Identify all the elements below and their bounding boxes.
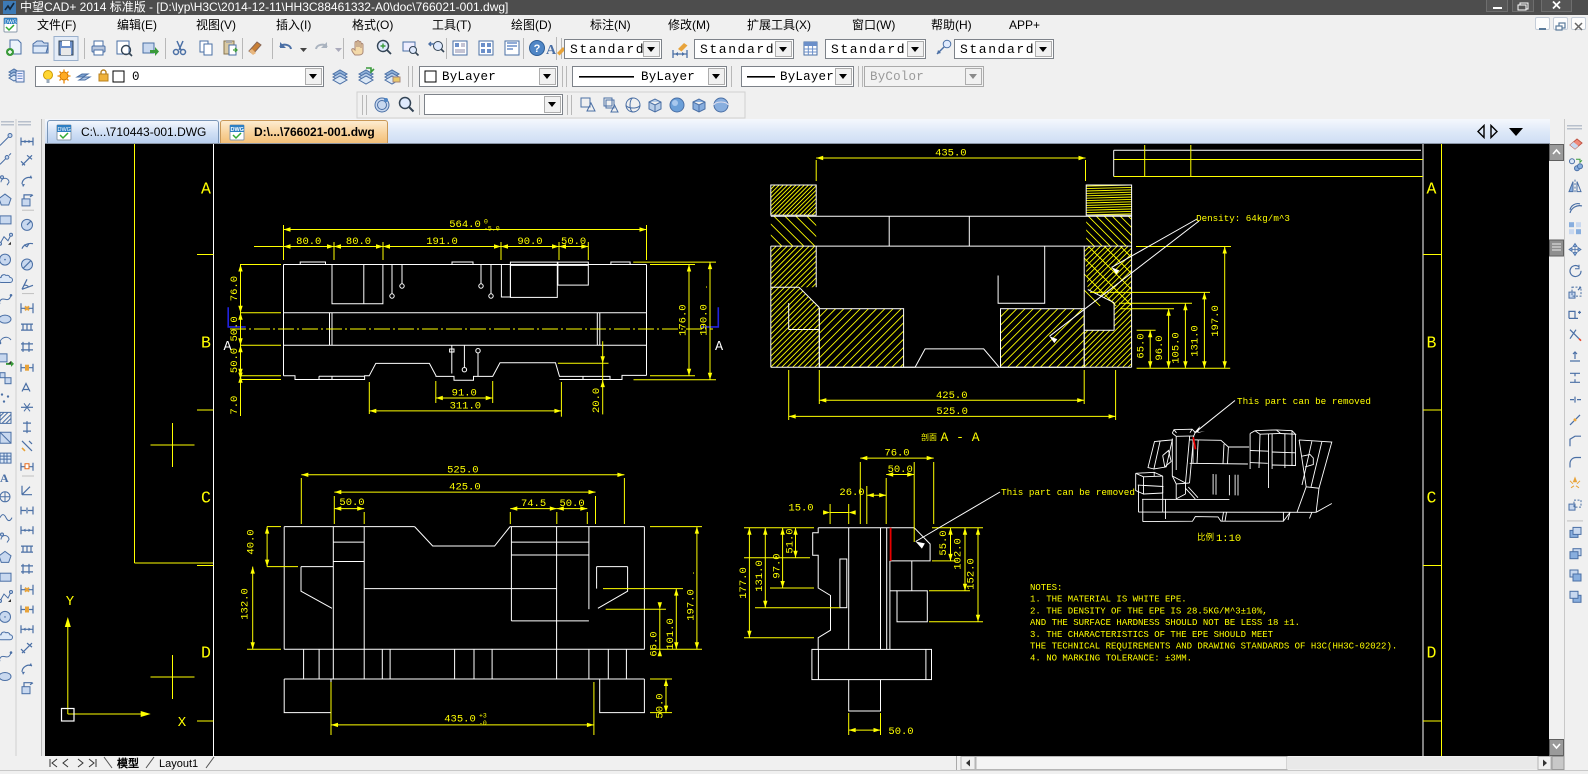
svg-text:525.0: 525.0 <box>447 464 479 476</box>
svg-text:191.0: 191.0 <box>426 236 458 248</box>
svg-text:102.0: 102.0 <box>953 538 965 570</box>
svg-text:B: B <box>201 334 211 353</box>
svg-text:425.0: 425.0 <box>449 482 481 494</box>
svg-text:Layout1: Layout1 <box>159 758 198 770</box>
svg-text:97.0: 97.0 <box>772 553 784 578</box>
svg-text:1:10: 1:10 <box>1216 533 1241 545</box>
svg-text:0: 0 <box>484 219 488 226</box>
svg-text:50.0: 50.0 <box>561 236 586 248</box>
svg-text:Density: 64kg/m^3: Density: 64kg/m^3 <box>1196 213 1290 224</box>
svg-text:?: ? <box>534 43 541 55</box>
svg-text:DWG: DWG <box>5 20 17 26</box>
svg-text:101.0: 101.0 <box>665 618 677 650</box>
svg-text:66.0: 66.0 <box>649 631 661 656</box>
svg-text:76.0: 76.0 <box>229 276 241 301</box>
svg-text:1. THE MATERIAL IS WHITE EPE.: 1. THE MATERIAL IS WHITE EPE. <box>1030 595 1187 605</box>
svg-text:50.0: 50.0 <box>888 464 913 476</box>
svg-text:65.0: 65.0 <box>1136 333 1148 358</box>
svg-text:B: B <box>1427 334 1437 353</box>
svg-text:比例: 比例 <box>1197 532 1214 543</box>
svg-text:This part can be removed: This part can be removed <box>1001 487 1135 498</box>
svg-text:96.0: 96.0 <box>1154 335 1166 360</box>
svg-text:A: A <box>546 43 557 58</box>
svg-text:40.0: 40.0 <box>246 529 258 554</box>
svg-text:91.0: 91.0 <box>452 388 477 400</box>
svg-text:A: A <box>715 340 724 355</box>
svg-text:435.0: 435.0 <box>935 148 967 160</box>
svg-text:模型: 模型 <box>117 756 139 770</box>
svg-text:50.0: 50.0 <box>655 693 667 718</box>
svg-text:197.0: 197.0 <box>1210 305 1222 337</box>
svg-text:NOTES:: NOTES: <box>1030 583 1062 593</box>
svg-text:152.0: 152.0 <box>966 558 978 590</box>
svg-text:131.0: 131.0 <box>1190 325 1202 357</box>
svg-text:76.0: 76.0 <box>884 448 909 460</box>
svg-text:C: C <box>1427 489 1437 508</box>
svg-text:2. THE DENSITY OF THE EPE IS 2: 2. THE DENSITY OF THE EPE IS 28.5KG/M^3±… <box>1030 606 1268 616</box>
svg-text:131.0: 131.0 <box>754 560 766 592</box>
svg-text:+3: +3 <box>479 713 487 720</box>
svg-text:4. NO MARKING TOLERANCE: ±3MM.: 4. NO MARKING TOLERANCE: ±3MM. <box>1030 653 1192 663</box>
svg-text:D: D <box>1427 644 1437 663</box>
svg-text:C: C <box>201 489 211 508</box>
svg-text:DWG: DWG <box>58 127 71 133</box>
svg-text:50.0: 50.0 <box>888 726 913 738</box>
svg-text:-0: -0 <box>479 720 487 727</box>
svg-text:26.0: 26.0 <box>839 487 864 499</box>
svg-text:-: - <box>690 571 697 575</box>
svg-text:DWG: DWG <box>231 127 244 133</box>
svg-text:A - A: A - A <box>940 430 979 445</box>
svg-text:190.0: 190.0 <box>699 304 711 336</box>
svg-text:剖面: 剖面 <box>921 432 937 443</box>
svg-text:This part can be removed: This part can be removed <box>1237 396 1371 407</box>
svg-text:7.0: 7.0 <box>229 396 241 415</box>
svg-text:435.0: 435.0 <box>444 714 476 726</box>
svg-text:50.0: 50.0 <box>339 497 364 509</box>
svg-text:50.0: 50.0 <box>559 498 584 510</box>
svg-text:51.0: 51.0 <box>785 528 797 553</box>
svg-text:425.0: 425.0 <box>936 390 968 402</box>
svg-text:55.0: 55.0 <box>938 530 950 555</box>
svg-text:105.0: 105.0 <box>1171 332 1183 364</box>
svg-text:AND THE SURFACE HARDNESS SHOUL: AND THE SURFACE HARDNESS SHOULD NOT BE L… <box>1030 618 1300 628</box>
svg-text:A: A <box>0 471 9 485</box>
svg-text:176.0: 176.0 <box>678 304 690 336</box>
svg-text:90.0: 90.0 <box>517 236 542 248</box>
svg-text:74.5: 74.5 <box>521 498 546 510</box>
svg-text:D: D <box>201 644 211 663</box>
svg-text:15.0: 15.0 <box>788 503 813 515</box>
svg-text:525.0: 525.0 <box>936 406 968 418</box>
svg-text:50.0: 50.0 <box>229 316 241 341</box>
svg-text:50.0: 50.0 <box>229 348 241 373</box>
svg-text:20.0: 20.0 <box>591 388 603 413</box>
svg-text:-: - <box>703 285 710 289</box>
svg-text:A: A <box>201 180 211 199</box>
svg-text:A: A <box>1427 180 1437 199</box>
svg-text:311.0: 311.0 <box>450 400 482 412</box>
svg-text:3. THE CHARACTERISTICS OF THE: 3. THE CHARACTERISTICS OF THE EPE SHOULD… <box>1030 630 1274 640</box>
svg-text:-5.0: -5.0 <box>484 226 500 233</box>
svg-text:177.0: 177.0 <box>738 567 750 599</box>
svg-text:132.0: 132.0 <box>240 588 252 620</box>
svg-text:80.0: 80.0 <box>346 236 371 248</box>
svg-text:564.0: 564.0 <box>449 219 481 231</box>
svg-text:197.0: 197.0 <box>686 589 698 621</box>
svg-text:80.0: 80.0 <box>296 236 321 248</box>
svg-text:THE TECHNICAL REQUIREMENTS AND: THE TECHNICAL REQUIREMENTS AND DRAWING S… <box>1030 642 1397 652</box>
svg-text:Y: Y <box>66 594 75 610</box>
svg-text:X: X <box>178 715 187 731</box>
